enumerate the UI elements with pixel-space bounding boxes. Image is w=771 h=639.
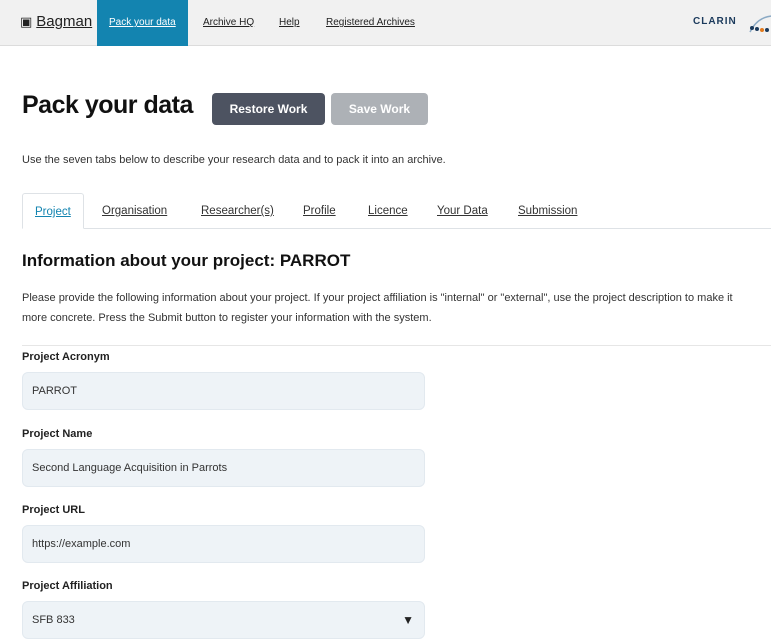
nav-item-pack-your-data[interactable]: Pack your data (97, 0, 188, 46)
project-affiliation-label: Project Affiliation (22, 580, 113, 592)
tab-researchers[interactable]: Researcher(s) (201, 193, 274, 229)
restore-work-button[interactable]: Restore Work (212, 93, 325, 125)
tab-project[interactable]: Project (22, 193, 84, 229)
nav-item-archive-hq[interactable]: Archive HQ (203, 0, 254, 46)
tab-your-data[interactable]: Your Data (437, 193, 488, 229)
project-affiliation-select[interactable]: SFB 833 ▼ (22, 601, 425, 639)
tab-licence[interactable]: Licence (368, 193, 408, 229)
tab-organisation[interactable]: Organisation (102, 193, 167, 229)
project-name-input[interactable] (22, 449, 425, 487)
brand-link[interactable]: ▣ Bagman (20, 13, 92, 30)
nav-item-registered-archives[interactable]: Registered Archives (326, 0, 415, 46)
partner-name: CLARIN (693, 16, 737, 27)
top-navbar: ▣ Bagman Pack your data Archive HQ Help … (0, 0, 771, 46)
divider (22, 345, 771, 346)
section-title: Information about your project: PARROT (22, 251, 351, 270)
page-title: Pack your data (22, 91, 193, 119)
save-work-button[interactable]: Save Work (331, 93, 428, 125)
project-affiliation-value: SFB 833 (32, 614, 75, 626)
project-url-label: Project URL (22, 504, 85, 516)
project-acronym-label: Project Acronym (22, 351, 110, 363)
tab-submission[interactable]: Submission (518, 193, 577, 229)
intro-text: Use the seven tabs below to describe you… (22, 154, 446, 166)
caret-down-icon: ▼ (402, 613, 414, 627)
project-url-input[interactable] (22, 525, 425, 563)
project-name-label: Project Name (22, 428, 93, 440)
section-description: Please provide the following information… (22, 292, 733, 324)
nav-item-help[interactable]: Help (279, 0, 300, 46)
project-acronym-input[interactable] (22, 372, 425, 410)
brand-label: Bagman (36, 13, 93, 30)
briefcase-icon: ▣ (20, 13, 33, 29)
tab-bar: Project Organisation Researcher(s) Profi… (22, 193, 771, 229)
tab-profile[interactable]: Profile (303, 193, 336, 229)
clarin-logo-icon (749, 15, 771, 33)
